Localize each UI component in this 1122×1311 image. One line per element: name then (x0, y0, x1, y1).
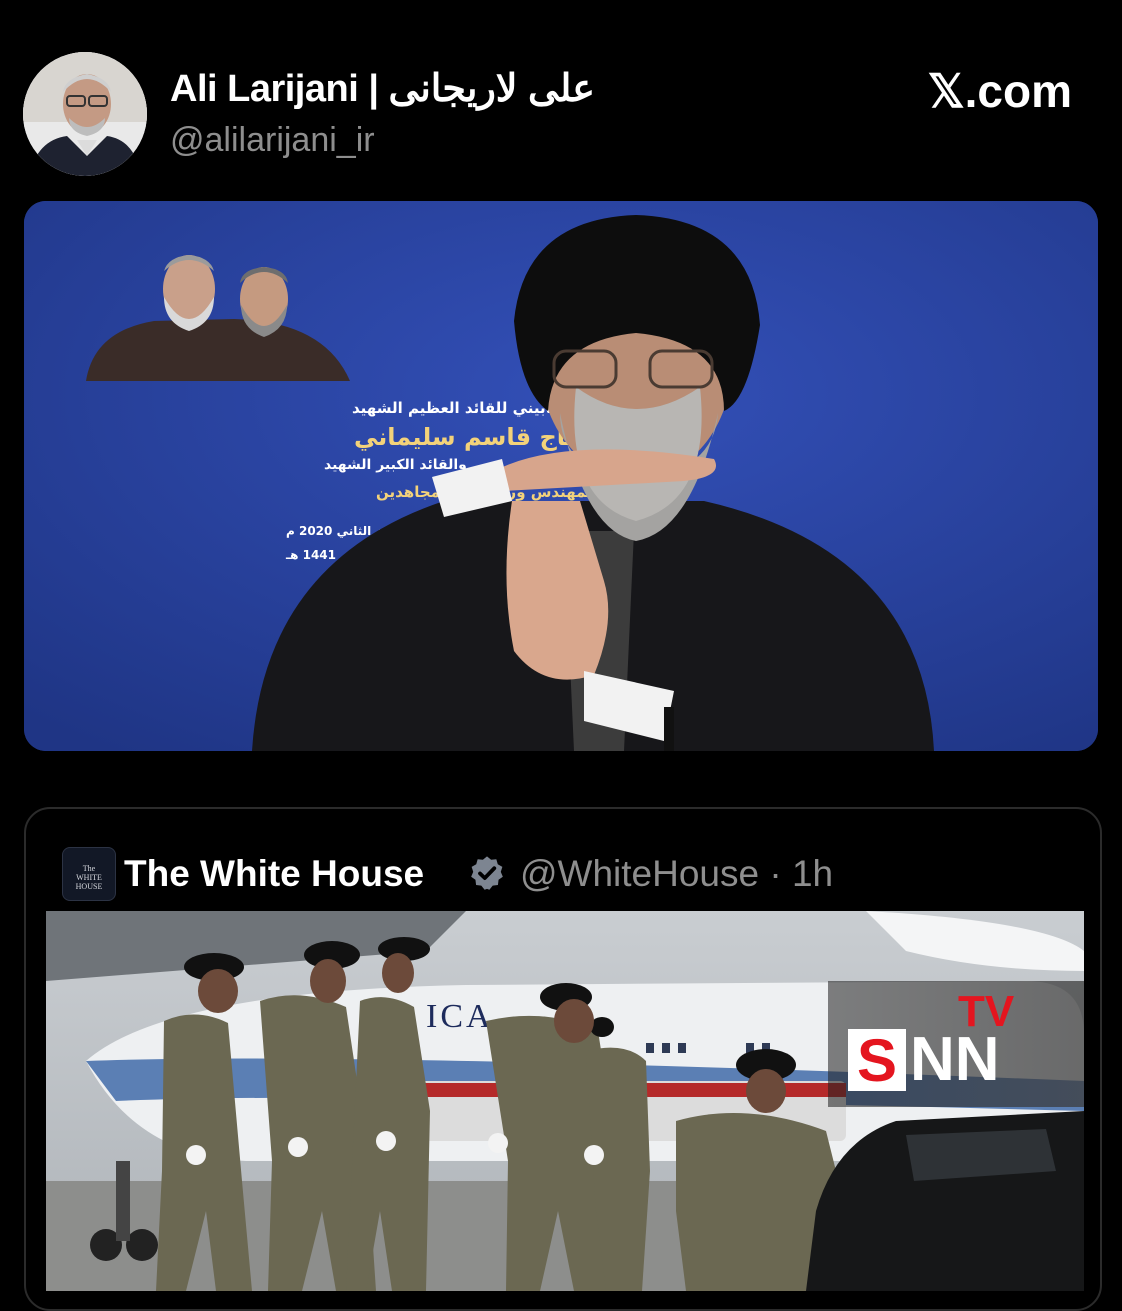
x-brand-label: 𝕏.com (927, 65, 1072, 117)
plane-lettering: ICA (426, 998, 494, 1035)
quoted-post-card[interactable]: The WHITE HOUSE The White House @WhiteHo… (24, 807, 1102, 1311)
post-media-image[interactable]: الحفل التأبيني للقائد العظيم الشهيد الحا… (24, 201, 1098, 751)
quoted-display-name[interactable]: The White House (124, 853, 424, 895)
person-portrait-avatar-icon (23, 52, 147, 176)
author-display-name[interactable]: Ali Larijani | علی لاریجانی (170, 66, 595, 111)
quoted-media-image[interactable]: ICA TV S NN (46, 911, 1084, 1291)
post-header: Ali Larijani | علی لاریجانی @alilarijani… (0, 0, 1122, 200)
author-avatar[interactable] (23, 52, 147, 176)
author-handle[interactable]: @alilarijani_ir (170, 121, 375, 160)
watermark-s-box: S (848, 1029, 906, 1091)
snn-tv-watermark: TV S NN (828, 981, 1084, 1107)
verified-check-icon (471, 856, 503, 890)
poster-line-3: والقائد الكبير الشهيد (324, 457, 467, 473)
quoted-handle-time[interactable]: @WhiteHouse · 1h (520, 853, 833, 895)
speaker-scene-illustration: الحفل التأبيني للقائد العظيم الشهيد الحا… (24, 201, 1098, 751)
watermark-s-label: S (856, 1027, 898, 1094)
watermark-nn-label: NN (910, 1025, 1000, 1094)
white-house-avatar[interactable]: The WHITE HOUSE (62, 847, 116, 901)
white-house-logo-text: The WHITE HOUSE (75, 864, 103, 891)
